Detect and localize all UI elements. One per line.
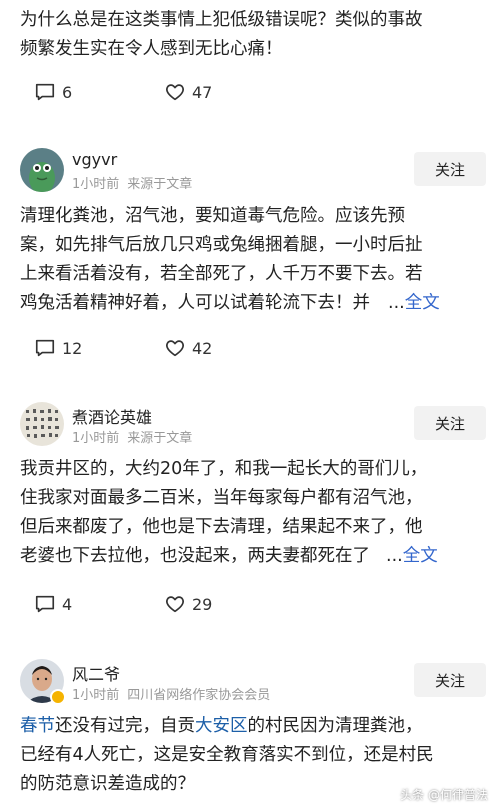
comment-line: 已经有4人死亡，这是安全教育落实不到位，还是村民 <box>20 745 434 765</box>
reply-button[interactable]: 4 <box>34 593 164 615</box>
comment-meta: 1小时前 来源于文章 <box>72 173 192 192</box>
comment-line-text: 鸡兔活着精神好着，人可以试着轮流下去！并 <box>20 293 370 313</box>
comment-meta: 1小时前 四川省网络作家协会会员 <box>72 684 270 703</box>
comment-line-text: 的村民因为清理粪池， <box>247 716 423 736</box>
comment-icon <box>35 339 55 357</box>
comment-icon <box>35 595 55 613</box>
avatar-image <box>20 148 64 192</box>
comment-line: 春节还没有过完，自贡大安区的村民因为清理粪池， <box>20 712 486 741</box>
comment-header: 风二爷 1小时前 四川省网络作家协会会员 关注 <box>20 659 486 709</box>
comment-header: 煮酒论英雄 1小时前 来源于文章 关注 <box>20 402 486 452</box>
comment-line: 清理化粪池，沼气池，要知道毒气危险。应该先预 <box>20 206 405 226</box>
reply-count: 6 <box>62 82 73 102</box>
reply-button[interactable]: 12 <box>34 337 164 359</box>
username[interactable]: 煮酒论英雄 <box>72 404 152 428</box>
comment-line-last: 老婆也下去拉他，也没起来，两夫妻都死在了 ...全文 <box>20 542 486 571</box>
top-comment-actions: 6 47 <box>34 80 294 104</box>
place-link[interactable]: 大安区 <box>195 716 248 736</box>
heart-icon <box>166 340 184 357</box>
comment-line: 频繁发生实在令人感到无比心痛！ <box>20 39 283 59</box>
comment-actions: 4 29 <box>34 592 294 616</box>
heart-icon <box>166 596 184 613</box>
reply-count: 12 <box>62 338 83 358</box>
follow-button[interactable]: 关注 <box>414 663 486 697</box>
like-button[interactable]: 47 <box>164 81 294 103</box>
like-button[interactable]: 42 <box>164 337 294 359</box>
comment-time: 1小时前 <box>72 431 120 446</box>
ellipsis: ... <box>388 293 405 313</box>
avatar[interactable] <box>20 148 64 192</box>
comment-line-text: 还没有过完，自贡 <box>55 716 195 736</box>
verified-badge-icon <box>50 689 66 705</box>
comment-text: 清理化粪池，沼气池，要知道毒气危险。应该先预 案，如先排气后放几只鸡或兔绳捆着腿… <box>20 202 486 318</box>
comment-line: 住我家对面最多二百米，当年每家每户都有沼气池， <box>20 488 423 508</box>
topic-link[interactable]: 春节 <box>20 716 55 736</box>
comment-line: 上来看活着没有，若全部死了，人千万不要下去。若 <box>20 264 423 284</box>
comment-text: 我贡井区的，大约20年了，和我一起长大的哥们儿， 住我家对面最多二百米，当年每家… <box>20 455 486 571</box>
comment-source: 来源于文章 <box>127 177 193 192</box>
comment-time: 1小时前 <box>72 177 120 192</box>
comment-time: 1小时前 <box>72 688 120 703</box>
fulltext-link[interactable]: 全文 <box>403 546 438 566</box>
comment-icon <box>35 83 55 101</box>
like-count: 47 <box>192 82 213 102</box>
ellipsis: ... <box>386 546 403 566</box>
follow-button[interactable]: 关注 <box>414 152 486 186</box>
comment-header: vgyvr 1小时前 来源于文章 关注 <box>20 148 486 198</box>
comment-line: 我贡井区的，大约20年了，和我一起长大的哥们儿， <box>20 459 428 479</box>
comment-line-last: 鸡兔活着精神好着，人可以试着轮流下去！并 ...全文 <box>20 289 486 318</box>
comment-line: 为什么总是在这类事情上犯低级错误呢？类似的事故 <box>20 10 423 30</box>
avatar[interactable] <box>20 402 64 446</box>
username[interactable]: vgyvr <box>72 150 117 169</box>
comment-line: 但后来都废了，他也是下去清理，结果起不来了，他 <box>20 517 423 537</box>
avatar-image <box>20 402 64 446</box>
watermark: 头条 @何律普法 <box>400 788 488 802</box>
username[interactable]: 风二爷 <box>72 661 120 685</box>
comment-source: 来源于文章 <box>127 431 193 446</box>
comment-meta: 1小时前 来源于文章 <box>72 427 192 446</box>
comment-actions: 12 42 <box>34 336 294 360</box>
follow-button[interactable]: 关注 <box>414 406 486 440</box>
like-count: 42 <box>192 338 213 358</box>
top-comment-text: 为什么总是在这类事情上犯低级错误呢？类似的事故 频繁发生实在令人感到无比心痛！ <box>20 6 486 64</box>
comment-source: 四川省网络作家协会会员 <box>127 688 271 703</box>
reply-count: 4 <box>62 594 73 614</box>
like-count: 29 <box>192 594 213 614</box>
comment-line-text: 老婆也下去拉他，也没起来，两夫妻都死在了 <box>20 546 370 566</box>
like-button[interactable]: 29 <box>164 593 294 615</box>
comment-line: 案，如先排气后放几只鸡或兔绳捆着腿，一小时后扯 <box>20 235 423 255</box>
heart-icon <box>166 84 184 101</box>
reply-button[interactable]: 6 <box>34 81 164 103</box>
fulltext-link[interactable]: 全文 <box>405 293 440 313</box>
